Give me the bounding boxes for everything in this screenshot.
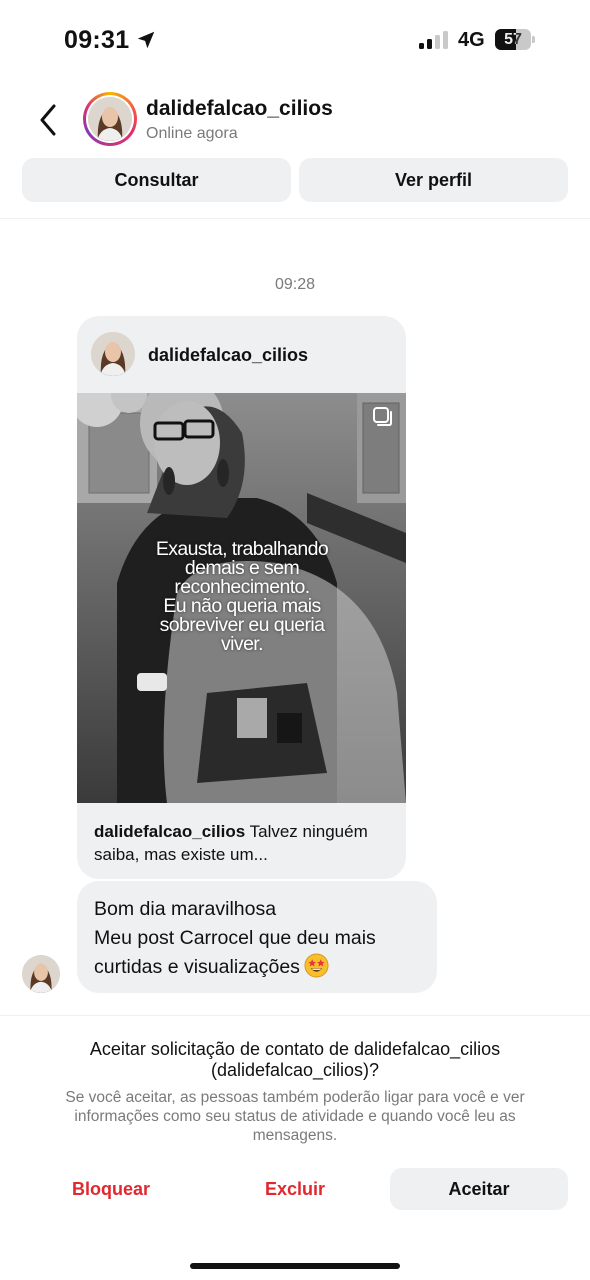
cellular-signal-icon	[419, 31, 449, 49]
sender-avatar[interactable]	[22, 955, 60, 993]
block-button[interactable]: Bloquear	[48, 1168, 174, 1210]
header-avatar[interactable]	[83, 92, 137, 146]
header-divider	[0, 218, 590, 219]
message-line: Bom dia maravilhosa	[94, 898, 277, 920]
post-overlay-text: Exausta, trabalhando demais e sem reconh…	[155, 538, 329, 655]
header-username[interactable]: dalidefalcao_cilios	[146, 97, 333, 121]
carousel-icon	[373, 407, 392, 426]
consult-button[interactable]: Consultar	[22, 158, 291, 202]
message-bubble[interactable]: Bom dia maravilhosa Meu post Carrocel qu…	[77, 881, 437, 993]
status-bar: 09:31 4G 57	[0, 0, 590, 80]
network-type: 4G	[458, 29, 485, 51]
accept-button[interactable]: Aceitar	[390, 1168, 568, 1210]
post-image[interactable]: Exausta, trabalhando demais e sem reconh…	[77, 393, 406, 803]
location-arrow-icon	[137, 31, 155, 49]
request-divider	[0, 1015, 590, 1016]
star-struck-emoji-icon	[304, 953, 329, 978]
message-timestamp: 09:28	[274, 276, 316, 293]
post-caption: dalidefalcao_cilios Talvez ninguém saiba…	[94, 820, 394, 866]
shared-post-card[interactable]: dalidefalcao_cilios Exausta, trabalhando…	[77, 316, 406, 879]
caption-author: dalidefalcao_cilios	[94, 822, 246, 841]
post-author-name: dalidefalcao_cilios	[148, 345, 309, 365]
battery-level: 57	[504, 31, 522, 48]
post-author-avatar	[91, 332, 135, 376]
request-description: Se você aceitar, as pessoas também poder…	[65, 1089, 525, 1144]
battery-icon: 57	[495, 29, 535, 50]
online-status: Online agora	[146, 125, 238, 142]
delete-button[interactable]: Excluir	[240, 1168, 350, 1210]
back-chevron-icon[interactable]	[34, 100, 64, 140]
request-title: Aceitar solicitação de contato de dalide…	[89, 1039, 501, 1080]
message-line: curtidas e visualizações	[94, 953, 420, 982]
home-indicator[interactable]	[190, 1263, 400, 1269]
status-time: 09:31	[64, 26, 130, 54]
message-line: Meu post Carrocel que deu mais	[94, 927, 376, 949]
profile-photo	[88, 97, 132, 141]
view-profile-button[interactable]: Ver perfil	[299, 158, 568, 202]
